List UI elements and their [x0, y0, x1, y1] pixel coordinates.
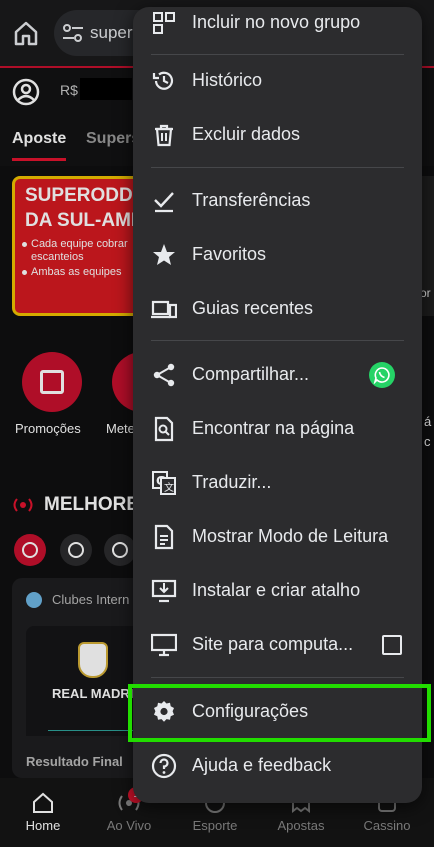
- desktop-site-checkbox[interactable]: [382, 635, 402, 655]
- menu-item-encontrar[interactable]: Encontrar na página: [133, 401, 422, 455]
- menu-item-label: Guias recentes: [192, 298, 314, 318]
- menu-item-label: Traduzir...: [192, 472, 272, 492]
- menu-item-modo-leitura[interactable]: Mostrar Modo de Leitura: [133, 509, 422, 563]
- menu-item-label: Mostrar Modo de Leitura: [192, 526, 389, 546]
- share-icon: [153, 363, 175, 387]
- menu-item-transferencias[interactable]: Transferências: [133, 173, 422, 227]
- menu-item-label: Excluir dados: [192, 124, 301, 144]
- menu-item-ajuda[interactable]: Ajuda e feedback: [133, 738, 422, 792]
- menu-item-instalar[interactable]: Instalar e criar atalho: [133, 563, 422, 617]
- new-group-icon: [153, 12, 175, 34]
- menu-item-new-group[interactable]: Incluir no novo grupo: [133, 7, 422, 49]
- menu-divider: [151, 167, 404, 168]
- menu-item-guias-recentes[interactable]: Guias recentes: [133, 281, 422, 335]
- whatsapp-icon[interactable]: [369, 362, 395, 388]
- reader-mode-icon: [154, 524, 174, 550]
- menu-item-label: Encontrar na página: [192, 418, 355, 438]
- menu-item-label: Site para computa...: [192, 634, 354, 654]
- trash-icon: [155, 124, 173, 147]
- menu-item-label: Favoritos: [192, 244, 267, 264]
- menu-item-site-computador[interactable]: Site para computa...: [133, 617, 422, 671]
- menu-divider: [151, 340, 404, 341]
- menu-item-label: Instalar e criar atalho: [192, 580, 361, 600]
- menu-item-favoritos[interactable]: Favoritos: [133, 227, 422, 281]
- downloads-icon: [154, 192, 174, 213]
- recent-tabs-icon: [151, 300, 177, 319]
- menu-item-compartilhar[interactable]: Compartilhar...: [133, 347, 422, 401]
- star-icon: [153, 244, 175, 265]
- menu-item-traduzir[interactable]: G文 Traduzir...: [133, 455, 422, 509]
- menu-item-excluir-dados[interactable]: Excluir dados: [133, 107, 422, 161]
- desktop-icon: [151, 633, 177, 657]
- find-in-page-icon: [154, 416, 174, 442]
- install-icon: [151, 579, 177, 603]
- menu-item-label: Incluir no novo grupo: [192, 12, 361, 32]
- menu-item-historico[interactable]: Histórico: [133, 53, 422, 107]
- menu-item-label: Transferências: [192, 190, 311, 210]
- svg-text:文: 文: [164, 481, 174, 494]
- menu-item-label: Compartilhar...: [192, 364, 310, 384]
- menu-divider: [151, 677, 404, 678]
- menu-item-label: Ajuda e feedback: [192, 755, 332, 775]
- help-icon: [151, 753, 177, 779]
- menu-item-label: Histórico: [192, 70, 263, 90]
- translate-icon: G文: [152, 471, 176, 495]
- history-icon: [152, 71, 174, 90]
- selection-highlight: [128, 684, 431, 742]
